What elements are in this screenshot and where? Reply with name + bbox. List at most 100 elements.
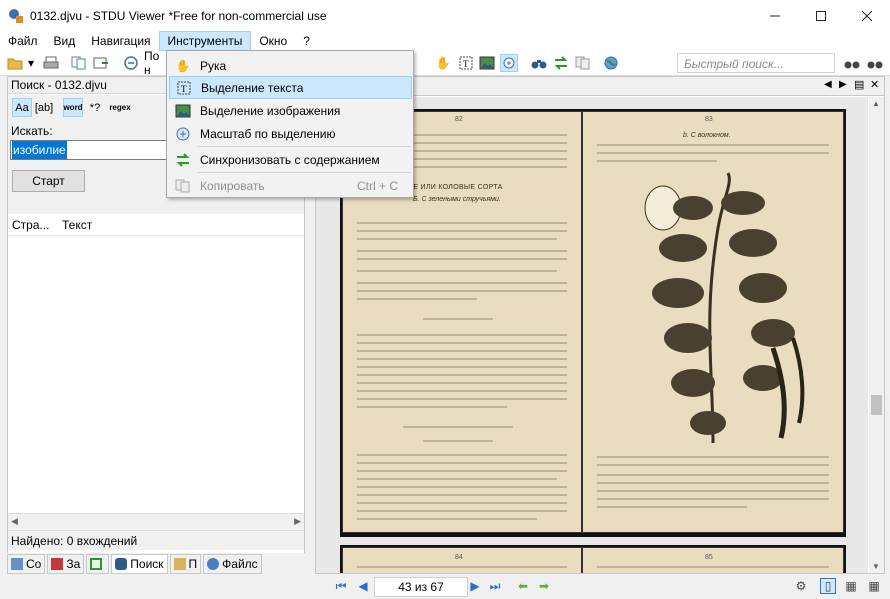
menu-item-image-select-label: Выделение изображения — [200, 103, 341, 118]
minimize-icon[interactable] — [752, 0, 798, 31]
tab-bookmarks[interactable]: За — [47, 554, 85, 574]
panel-tabs: Со За Поиск П Файлс — [7, 553, 305, 575]
fit-mode-label[interactable]: По н — [144, 49, 166, 77]
menu-file[interactable]: Файл — [0, 31, 46, 51]
menu-navigation[interactable]: Навигация — [83, 31, 158, 51]
wildcard-toggle[interactable]: *? — [85, 98, 105, 117]
menu-item-copy-shortcut: Ctrl + C — [356, 178, 398, 193]
find-previous-icon[interactable] — [843, 54, 861, 72]
status-bar: ⏮ ◀ 43 из 67 ▶ ⏭ ⬅ ➡ ⚙ ▯ ▦ ▦ — [0, 575, 890, 599]
right-page-subheading: b. С волокном. — [683, 132, 731, 139]
settings-icon[interactable]: ⚙ — [793, 578, 809, 594]
scroll-up-icon[interactable]: ▲ — [872, 99, 880, 108]
export-icon[interactable] — [92, 54, 110, 72]
vertical-scrollbar[interactable]: ▲ ▼ — [869, 97, 884, 573]
search-label: Искать: — [11, 124, 53, 138]
find-next-icon[interactable] — [866, 54, 884, 72]
start-button[interactable]: Старт — [12, 170, 85, 192]
regex-toggle[interactable]: regex — [107, 98, 133, 117]
next-right-page-number: 85 — [705, 554, 713, 561]
scroll-down-icon[interactable]: ▼ — [872, 562, 880, 571]
copy-page-icon[interactable] — [70, 54, 88, 72]
copy-tool-icon[interactable] — [574, 54, 592, 72]
vertical-scroll-thumb[interactable] — [871, 395, 882, 415]
tab-bookmarks-label: За — [66, 557, 81, 571]
zoom-select-tool-icon[interactable] — [500, 54, 518, 72]
binoculars-icon[interactable] — [530, 54, 548, 72]
menu-tools[interactable]: Инструменты — [158, 31, 252, 51]
binoculars-icon — [115, 558, 128, 570]
next-right-page: 85 — [582, 547, 844, 573]
match-case-toggle[interactable]: Aa — [12, 98, 32, 117]
whole-word-toggle[interactable]: [ab] — [34, 98, 54, 117]
quick-search-input[interactable]: Быстрый поиск... — [677, 53, 835, 73]
menu-item-zoom-select[interactable]: Масштаб по выделению — [169, 122, 412, 145]
menu-item-copy-label: Копировать — [200, 178, 265, 193]
contents-icon — [11, 558, 23, 570]
scroll-right-icon[interactable]: ▶ — [294, 516, 301, 527]
search-input-value: изобилие — [12, 141, 67, 159]
right-page: 83 b. С волокном. — [582, 111, 844, 533]
tab-files[interactable]: Файлс — [203, 554, 262, 574]
sync-tool-icon[interactable] — [552, 54, 570, 72]
first-page-icon[interactable]: ⏮ — [333, 578, 349, 594]
next-page-icon[interactable]: ▶ — [467, 578, 483, 594]
tab-pages[interactable]: П — [169, 554, 202, 574]
menu-item-sync-label: Синхронизовать с содержанием — [200, 152, 380, 167]
forward-icon[interactable]: ➡ — [536, 578, 552, 594]
menu-item-hand-label: Рука — [200, 58, 227, 73]
two-page-view-icon[interactable]: ▦ — [843, 578, 859, 594]
zoom-out-icon[interactable] — [122, 54, 140, 72]
menu-item-image-select[interactable]: Выделение изображения — [169, 99, 412, 122]
tab-scroll-left-icon[interactable]: ◀ — [824, 79, 832, 90]
maximize-icon[interactable] — [798, 0, 844, 31]
menu-item-hand[interactable]: ✋ Рука — [169, 54, 412, 77]
close-icon[interactable] — [844, 0, 890, 31]
single-page-view-icon[interactable]: ▯ — [820, 578, 836, 594]
open-folder-icon[interactable] — [6, 54, 24, 72]
sync-icon — [172, 151, 194, 169]
menu-item-copy[interactable]: Копировать Ctrl + C — [169, 174, 412, 197]
close-document-icon[interactable]: ✕ — [870, 78, 879, 91]
files-icon — [207, 558, 220, 570]
tools-dropdown-menu: ✋ Рука T Выделение текста Выделение изоб… — [166, 50, 414, 198]
text-select-tool-icon[interactable]: T — [457, 54, 475, 72]
menu-window[interactable]: Окно — [251, 31, 295, 51]
right-page-number: 83 — [705, 116, 713, 123]
open-dropdown-icon[interactable]: ▾ — [26, 54, 36, 72]
tab-list-icon[interactable]: ▤ — [854, 78, 864, 91]
back-icon[interactable]: ⬅ — [515, 578, 531, 594]
zoom-select-icon — [172, 125, 194, 143]
horizontal-scrollbar[interactable]: ◀ ▶ — [8, 513, 304, 530]
tab-pages-label: П — [188, 557, 198, 571]
menu-help[interactable]: ? — [295, 31, 318, 51]
previous-page-icon[interactable]: ◀ — [355, 578, 371, 594]
tab-scroll-right-icon[interactable]: ▶ — [839, 79, 847, 90]
next-left-page: 84 — [342, 547, 582, 573]
grid-view-icon[interactable]: ▦ — [866, 578, 882, 594]
column-page[interactable]: Стра... — [12, 218, 50, 232]
copy-icon — [172, 177, 194, 195]
bean-plant-illustration — [644, 172, 805, 444]
app-icon — [8, 8, 24, 24]
web-icon[interactable] — [602, 54, 620, 72]
menu-item-sync[interactable]: Синхронизовать с содержанием — [169, 148, 412, 171]
word-toggle[interactable]: word — [63, 98, 83, 117]
menu-item-text-select[interactable]: T Выделение текста — [169, 76, 412, 99]
print-icon[interactable] — [42, 54, 60, 72]
hand-tool-icon[interactable]: ✋ — [434, 54, 452, 72]
tab-thumbnails[interactable] — [86, 554, 110, 574]
scroll-left-icon[interactable]: ◀ — [11, 516, 18, 527]
page-indicator[interactable]: 43 из 67 — [374, 577, 468, 597]
menu-view[interactable]: Вид — [46, 31, 84, 51]
title-bar: 0132.djvu - STDU Viewer *Free for non-co… — [0, 0, 890, 31]
tab-search[interactable]: Поиск — [111, 554, 168, 574]
column-text[interactable]: Текст — [62, 218, 92, 232]
thumbnails-icon — [90, 558, 103, 570]
text-select-icon: T — [173, 79, 195, 97]
menu-separator — [197, 146, 411, 147]
last-page-icon[interactable]: ⏭ — [487, 578, 503, 594]
tab-contents[interactable]: Со — [7, 554, 46, 574]
menu-separator — [197, 172, 411, 173]
image-select-tool-icon[interactable] — [478, 54, 496, 72]
